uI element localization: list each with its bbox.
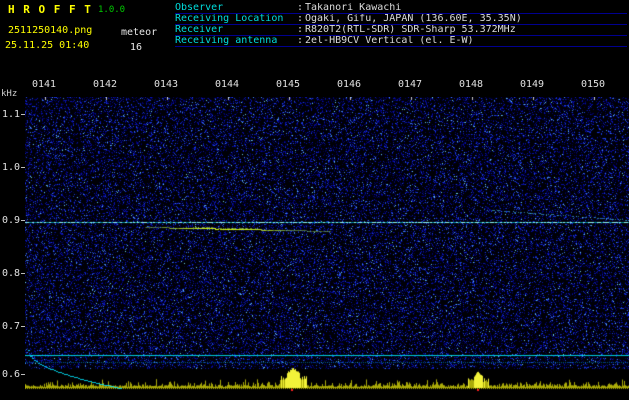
output-filename: 2511250140.png — [8, 25, 92, 36]
info-value: R820T2(RTL-SDR) SDR-Sharp 53.372MHz — [305, 25, 516, 35]
info-separator: : — [297, 25, 305, 35]
info-separator: : — [297, 36, 305, 46]
info-value: 2el-HB9CV Vertical (el. E-W) — [305, 36, 474, 46]
info-separator: : — [297, 3, 305, 13]
info-label: Receiving Location — [175, 14, 297, 24]
mode-label: meteor — [121, 27, 157, 38]
x-tick-label: 0150 — [581, 79, 605, 90]
info-row-observer: Observer: Takanori Kawachi — [175, 3, 627, 14]
spectrogram-canvas — [25, 97, 629, 392]
info-value: Ogaki, Gifu, JAPAN (136.60E, 35.35N) — [305, 14, 522, 24]
info-separator: : — [297, 14, 305, 24]
hrofft-output: H R O F F T 1.0.0 2511250140.png meteor … — [0, 0, 629, 400]
app-title: H R O F F T — [8, 3, 92, 16]
y-tick-label: 1.0 — [0, 162, 20, 173]
y-tick-label: 1.1 — [0, 109, 20, 120]
x-tick-label: 0141 — [32, 79, 56, 90]
info-value: Takanori Kawachi — [305, 3, 401, 13]
app-version: 1.0.0 — [98, 5, 125, 15]
observation-datetime: 25.11.25 01:40 — [5, 40, 89, 51]
x-tick-label: 0142 — [93, 79, 117, 90]
y-axis-unit-label: kHz — [1, 89, 17, 99]
x-tick-label: 0146 — [337, 79, 361, 90]
x-tick-label: 0148 — [459, 79, 483, 90]
x-tick-label: 0147 — [398, 79, 422, 90]
observer-info-table: Observer: Takanori Kawachi Receiving Loca… — [175, 3, 627, 47]
y-tick-label: 0.9 — [0, 215, 20, 226]
info-label: Observer — [175, 3, 297, 13]
echo-count: 16 — [130, 42, 142, 53]
info-row-receiver: Receiver: R820T2(RTL-SDR) SDR-Sharp 53.37… — [175, 25, 627, 36]
x-tick-label: 0145 — [276, 79, 300, 90]
x-tick-label: 0143 — [154, 79, 178, 90]
info-label: Receiving antenna — [175, 36, 297, 46]
x-tick-label: 0149 — [520, 79, 544, 90]
info-row-location: Receiving Location: Ogaki, Gifu, JAPAN (1… — [175, 14, 627, 25]
x-tick-label: 0144 — [215, 79, 239, 90]
y-tick-label: 0.6 — [0, 369, 20, 380]
info-row-antenna: Receiving antenna:2el-HB9CV Vertical (el… — [175, 36, 627, 47]
y-tick-label: 0.8 — [0, 268, 20, 279]
info-label: Receiver — [175, 25, 297, 35]
y-tick-label: 0.7 — [0, 321, 20, 332]
